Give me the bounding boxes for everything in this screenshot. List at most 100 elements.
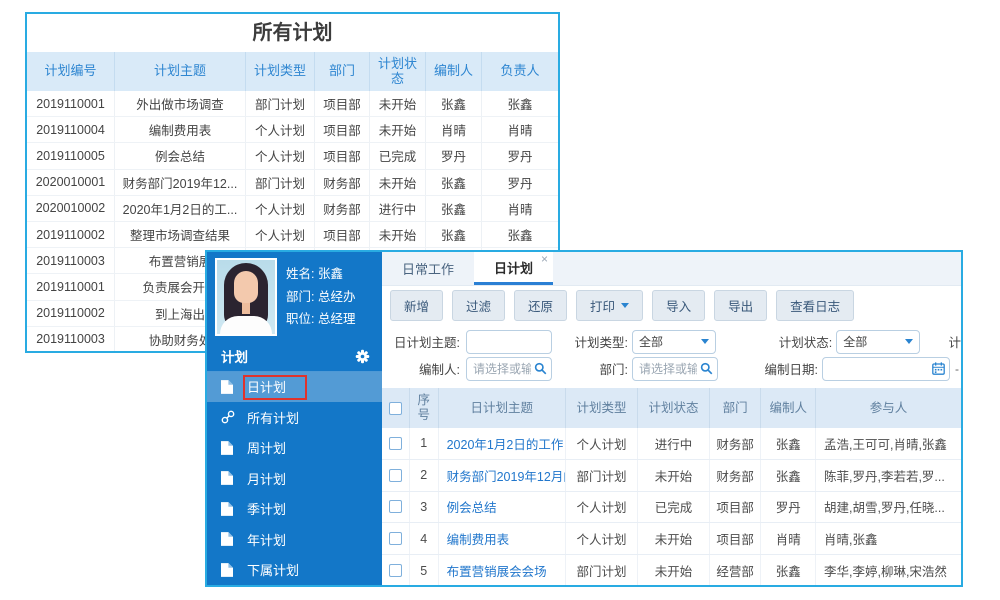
cell: 张鑫 bbox=[426, 221, 482, 248]
cell: 2019110001 bbox=[27, 91, 115, 117]
sidebar-item-label: 季计划 bbox=[247, 502, 287, 518]
column-header[interactable]: 序号 bbox=[410, 388, 439, 428]
export-button[interactable]: 导出 bbox=[714, 289, 768, 321]
status-filter-select[interactable]: 全部 bbox=[836, 329, 921, 354]
cell: 张鑫 bbox=[426, 169, 482, 195]
cell: 个人计划 bbox=[246, 143, 315, 169]
column-header[interactable]: 计划类型 bbox=[246, 52, 315, 91]
profile-position: 职位: 总经理 bbox=[286, 312, 356, 327]
dept-filter-label: 部门: bbox=[599, 363, 628, 377]
table-row[interactable]: 2019110004 编制费用表 个人计划 项目部 未开始 肖晴 肖晴 bbox=[27, 117, 558, 144]
view-log-button[interactable]: 查看日志 bbox=[776, 289, 855, 321]
plan-subject-link[interactable]: 布置营销展会会场 bbox=[447, 561, 547, 580]
row-checkbox[interactable] bbox=[388, 500, 402, 514]
cell: 外出做市场调查 bbox=[115, 91, 246, 117]
chevron-down-icon bbox=[905, 339, 914, 344]
column-header[interactable]: 部门 bbox=[710, 388, 762, 428]
date-from-input[interactable] bbox=[822, 356, 950, 381]
table-row[interactable]: 2020010001 财务部门2019年12... 部门计划 财务部 未开始 张鑫 罗丹 bbox=[27, 169, 558, 196]
column-header[interactable]: 计划类型 bbox=[566, 388, 639, 428]
column-header[interactable]: 日计划主题 bbox=[439, 388, 566, 428]
dept-filter-input[interactable] bbox=[632, 356, 718, 381]
column-header[interactable]: 计划编号 bbox=[27, 52, 115, 91]
sidebar-item-yearly-plan[interactable]: 年计划 bbox=[207, 524, 382, 555]
column-header[interactable]: 计划主题 bbox=[115, 52, 246, 91]
sidebar: 姓名: 张鑫 部门: 总经办 职位: 总经理 计划 日计划 所有计划 周计划 月… bbox=[207, 252, 382, 585]
table-row[interactable]: 1 2020年1月2日的工作日...个人计划进行中财务部张鑫孟浩,王可可,肖晴,张… bbox=[382, 428, 961, 460]
sidebar-item-quarterly-plan[interactable]: 季计划 bbox=[207, 494, 382, 525]
row-checkbox[interactable] bbox=[388, 436, 402, 450]
sidebar-item-label: 月计划 bbox=[247, 471, 287, 487]
gear-icon[interactable] bbox=[355, 349, 370, 364]
column-header[interactable]: 编制人 bbox=[426, 52, 482, 91]
tab-daily-plan[interactable]: 日计划 × bbox=[474, 252, 554, 285]
plan-subject-link[interactable]: 财务部门2019年12月的... bbox=[447, 466, 565, 485]
date-filter-label: 编制日期: bbox=[764, 363, 818, 377]
plan-subject-link[interactable]: 编制费用表 bbox=[447, 529, 510, 548]
cell: 2019110004 bbox=[27, 117, 115, 143]
add-button[interactable]: 新增 bbox=[390, 289, 444, 321]
subject-filter-input[interactable] bbox=[466, 329, 552, 354]
table-row[interactable]: 2019110001 外出做市场调查 部门计划 项目部 未开始 张鑫 张鑫 bbox=[27, 91, 558, 118]
column-header[interactable]: 负责人 bbox=[482, 52, 558, 91]
filter-button[interactable]: 过滤 bbox=[452, 289, 506, 321]
link-icon bbox=[221, 410, 247, 424]
cell: 财务部门2019年12... bbox=[115, 169, 246, 195]
cell-compiler: 罗丹 bbox=[761, 491, 816, 523]
cell-type: 个人计划 bbox=[566, 428, 639, 459]
cutoff-filter-label: 计 bbox=[948, 336, 961, 350]
table-row[interactable]: 2 财务部门2019年12月的...部门计划未开始财务部张鑫陈菲,罗丹,李若若,罗… bbox=[382, 459, 961, 492]
cell: 罗丹 bbox=[426, 143, 482, 169]
cell-compiler: 肖晴 bbox=[761, 523, 816, 555]
column-header[interactable]: 参与人 bbox=[816, 388, 961, 428]
cell-participants: 李华,李婷,柳琳,宋浩然 bbox=[824, 565, 947, 580]
close-icon[interactable]: × bbox=[541, 253, 548, 265]
toolbar: 新增 过滤 还原 打印 导入 导出 查看日志 bbox=[382, 286, 961, 324]
cell-status: 未开始 bbox=[638, 459, 710, 491]
plan-subject-link[interactable]: 例会总结 bbox=[447, 497, 497, 516]
file-icon bbox=[221, 532, 247, 547]
table-row[interactable]: 5 布置营销展会会场 部门计划 未开始 经营部 张鑫 李华,李婷,柳琳,宋浩然 bbox=[382, 555, 961, 585]
select-all-checkbox[interactable] bbox=[388, 401, 402, 415]
table-row[interactable]: 2019110002 整理市场调查结果 个人计划 项目部 未开始 张鑫 张鑫 bbox=[27, 221, 558, 249]
print-button[interactable]: 打印 bbox=[576, 289, 644, 321]
sidebar-item-all-plans[interactable]: 所有计划 bbox=[207, 402, 382, 433]
cell-compiler: 张鑫 bbox=[761, 428, 816, 459]
filter-panel: 日计划主题: 计划类型: 全部 计划状态: 全部 计 编制人: 请选择或输入 部… bbox=[382, 324, 961, 388]
type-filter-select[interactable]: 全部 bbox=[632, 329, 717, 354]
compiler-filter-input[interactable] bbox=[466, 356, 552, 381]
column-header[interactable]: 计划状态 bbox=[638, 388, 710, 428]
cell: 财务部 bbox=[315, 169, 370, 195]
cell: 2019110003 bbox=[27, 248, 115, 274]
row-checkbox[interactable] bbox=[388, 532, 402, 546]
column-header[interactable]: 部门 bbox=[315, 52, 370, 91]
sidebar-item-label: 下属计划 bbox=[247, 563, 300, 579]
cell-compiler: 张鑫 bbox=[761, 555, 816, 585]
page-title: 所有计划 bbox=[252, 22, 333, 44]
column-header[interactable]: 编制人 bbox=[761, 388, 817, 428]
reset-button[interactable]: 还原 bbox=[514, 289, 568, 321]
row-checkbox[interactable] bbox=[388, 564, 402, 578]
cell: 例会总结 bbox=[115, 143, 246, 169]
sidebar-item-monthly-plan[interactable]: 月计划 bbox=[207, 463, 382, 494]
sidebar-item-label: 年计划 bbox=[247, 532, 287, 548]
cell-index: 5 bbox=[410, 555, 439, 585]
cell-type: 个人计划 bbox=[566, 523, 639, 555]
sidebar-item-daily-plan[interactable]: 日计划 bbox=[207, 371, 382, 402]
table-row[interactable]: 3 例会总结 个人计划 已完成 项目部 罗丹 胡建,胡雪,罗丹,任晓... bbox=[382, 491, 961, 524]
tab-daily-work[interactable]: 日常工作 bbox=[382, 252, 474, 285]
sidebar-item-label: 日计划 bbox=[247, 380, 287, 396]
column-header[interactable]: 计划状态 bbox=[370, 52, 426, 91]
sidebar-item-subordinate-plan[interactable]: 下属计划 bbox=[207, 555, 382, 586]
table-row[interactable]: 4 编制费用表 个人计划 未开始 项目部 肖晴 肖晴,张鑫 bbox=[382, 523, 961, 556]
table-row[interactable]: 2020010002 2020年1月2日的工... 个人计划 财务部 进行中 张鑫 肖晴 bbox=[27, 195, 558, 222]
row-checkbox[interactable] bbox=[388, 468, 402, 482]
sidebar-menu: 日计划所有计划 周计划月计划季计划年计划下属计划 bbox=[207, 371, 382, 586]
cell-index: 2 bbox=[410, 459, 439, 491]
plan-subject-link[interactable]: 2020年1月2日的工作日... bbox=[447, 434, 565, 453]
cell-status: 已完成 bbox=[638, 491, 710, 523]
import-button[interactable]: 导入 bbox=[652, 289, 706, 321]
table-row[interactable]: 2019110005 例会总结 个人计划 项目部 已完成 罗丹 罗丹 bbox=[27, 143, 558, 170]
sidebar-item-weekly-plan[interactable]: 周计划 bbox=[207, 433, 382, 464]
sidebar-title: 计划 bbox=[221, 350, 248, 366]
